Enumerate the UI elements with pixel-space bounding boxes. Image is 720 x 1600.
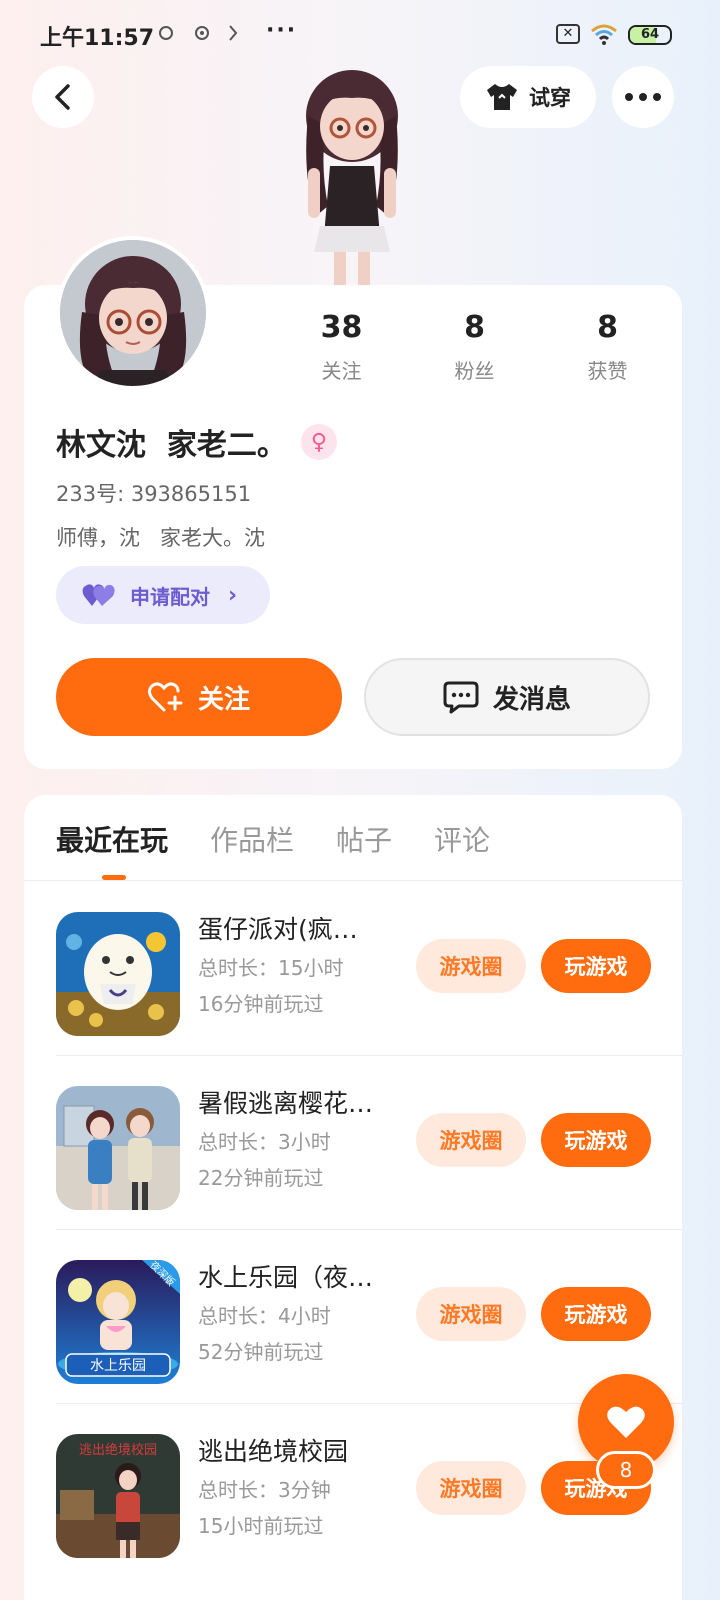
status-more-icon: ··· [266,18,298,43]
tabs-divider [24,880,682,881]
female-icon: ♀ [300,424,337,460]
chevron-right-icon: › [228,582,238,608]
heart-icon [607,1406,645,1438]
game-circle-button[interactable]: 游戏圈 [416,1287,526,1341]
game-icon-escape-school[interactable]: 逃出绝境校园 [56,1434,180,1558]
game-duration: 总时长：3分钟 [198,1478,331,1502]
chat-bubble-icon [443,681,479,714]
avatar-3d-figure[interactable] [272,56,432,288]
double-heart-icon [82,584,115,606]
more-dots-icon [625,93,661,101]
back-button[interactable] [32,66,94,128]
tshirt-icon [487,84,517,110]
game-circle-button[interactable]: 游戏圈 [416,1113,526,1167]
username-row: 林文沈 家老二。 ♀ [56,420,337,464]
try-on-button[interactable]: 试穿 [460,66,596,128]
stat-value: 8 [464,310,485,345]
stat-following[interactable]: 38 关注 [275,310,408,384]
user-bio: 师傅，沈 家老大。沈 [56,526,266,550]
stat-likes[interactable]: 8 获赞 [541,310,674,384]
tab-posts[interactable]: 帖子 [336,819,392,859]
play-game-button[interactable]: 玩游戏 [541,939,651,993]
game-icon-water-park[interactable]: 夜深版 水上乐园 [56,1260,180,1384]
tab-comments[interactable]: 评论 [434,819,490,859]
like-count-badge: 8 [596,1451,656,1489]
game-icon-text: 逃出绝境校园 [79,1442,157,1458]
stat-value: 38 [320,310,363,345]
more-options-button[interactable] [612,66,674,128]
heart-plus-icon [147,682,183,712]
game-last-played: 52分钟前玩过 [198,1340,324,1364]
game-last-played: 22分钟前玩过 [198,1166,324,1190]
status-time: 上午11:57 [40,26,155,51]
game-circle-button[interactable]: 游戏圈 [416,939,526,993]
message-label: 发消息 [492,684,571,715]
stat-label: 获赞 [587,359,628,383]
user-id: 233号: 393865151 [56,482,252,506]
game-icon-text: 水上乐园 [90,1358,146,1374]
game-row[interactable]: 暑假逃离樱花… 总时长：3小时 22分钟前玩过 游戏圈 玩游戏 [24,1056,682,1230]
game-icon-eggy-party[interactable] [56,912,180,1036]
game-duration: 总时长：3小时 [198,1130,331,1154]
game-duration: 总时长：4小时 [198,1304,331,1328]
games-list-card: 最近在玩 作品栏 帖子 评论 蛋仔派对(疯… 总时长：15小时 16分钟前玩过 … [24,795,682,1600]
try-on-label: 试穿 [529,86,571,110]
send-message-button[interactable]: 发消息 [364,658,650,736]
game-row[interactable]: 夜深版 水上乐园 水上乐园（夜… 总时长：4小时 52分钟前玩过 游戏圈 玩游戏 [24,1230,682,1404]
play-game-button[interactable]: 玩游戏 [541,1287,651,1341]
tab-works[interactable]: 作品栏 [210,819,294,859]
play-game-button[interactable]: 玩游戏 [541,1113,651,1167]
stat-fans[interactable]: 8 粉丝 [408,310,541,384]
game-title: 逃出绝境校园 [198,1437,349,1466]
chevron-left-icon [55,84,70,110]
wifi-icon [590,22,618,46]
notification-icons [158,22,248,49]
game-row[interactable]: 蛋仔派对(疯… 总时长：15小时 16分钟前玩过 游戏圈 玩游戏 [24,882,682,1056]
profile-tabs: 最近在玩 作品栏 帖子 评论 [56,819,490,859]
sim-off-icon: ✕ [556,24,580,44]
request-pair-button[interactable]: 申请配对 › [56,566,270,624]
game-title: 水上乐园（夜… [198,1263,374,1292]
game-title: 暑假逃离樱花… [198,1089,374,1118]
game-last-played: 15小时前玩过 [198,1514,324,1538]
profile-stats: 38 关注 8 粉丝 8 获赞 [275,310,675,384]
avatar[interactable] [56,236,210,390]
stat-label: 关注 [321,359,362,383]
battery-icon: 64 [628,25,672,45]
follow-button[interactable]: 关注 [56,658,342,736]
tab-recently-played[interactable]: 最近在玩 [56,819,168,859]
game-duration: 总时长：15小时 [198,956,344,980]
follow-label: 关注 [197,684,250,715]
game-title: 蛋仔派对(疯… [198,915,358,944]
game-icon-sakura-school[interactable] [56,1086,180,1210]
game-circle-button[interactable]: 游戏圈 [416,1461,526,1515]
game-last-played: 16分钟前玩过 [198,992,324,1016]
stat-value: 8 [597,310,618,345]
username: 林文沈 家老二。 [56,428,287,463]
stat-label: 粉丝 [454,359,495,383]
battery-level: 64 [640,27,660,42]
pair-label: 申请配对 [130,584,210,609]
